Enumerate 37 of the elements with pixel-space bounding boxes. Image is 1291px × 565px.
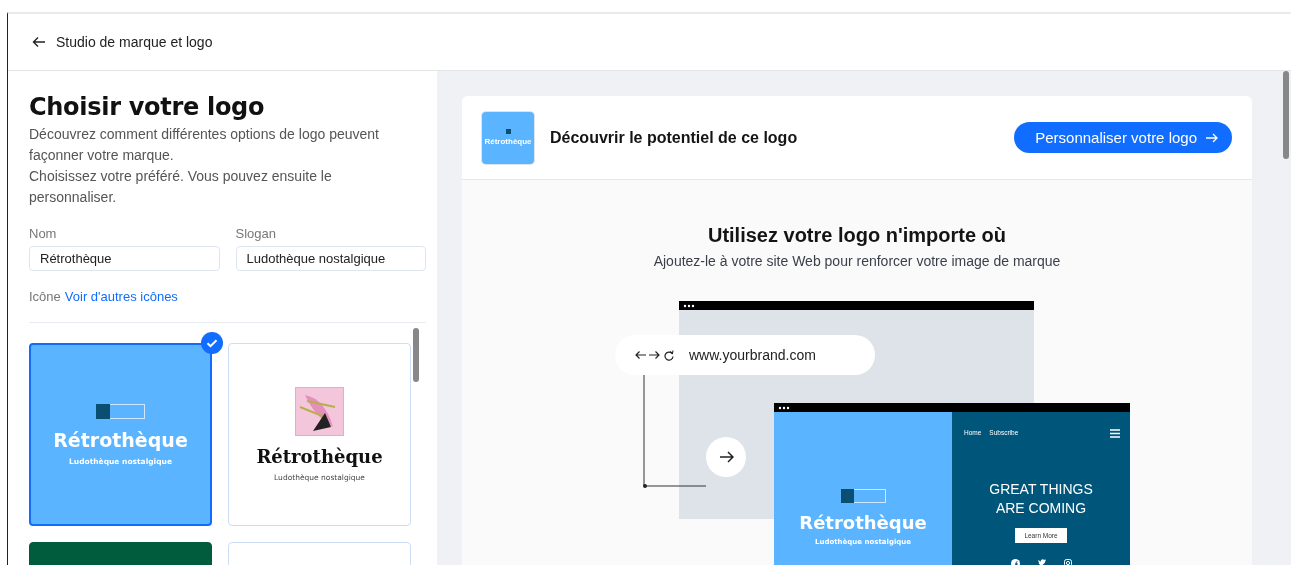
logo-name: Rétrothèque — [799, 512, 927, 533]
panel-heading: Choisir votre logo — [29, 93, 266, 121]
logo-name: Rétrothèque — [484, 137, 532, 146]
icon-label: Icône — [29, 289, 61, 304]
arrow-right-icon — [718, 450, 734, 464]
menu-icon — [1110, 429, 1120, 438]
field-label: Nom — [29, 226, 58, 241]
scrollbar[interactable] — [413, 328, 419, 382]
logo-mark-icon — [505, 129, 511, 134]
section-subheading: Ajoutez-le à votre site Web pour renforcer votre image de marque — [652, 253, 1062, 269]
customize-button[interactable]: Personnaliser votre logo — [1014, 122, 1232, 153]
description-text: Choisissez votre préféré. Vous pouvez ensuite le personnaliser. — [29, 167, 333, 207]
scrollbar[interactable] — [1283, 71, 1289, 159]
site-headline: GREAT THINGS ARE COMING — [988, 480, 1094, 518]
input-field[interactable]: Rétrothèque — [29, 246, 220, 271]
logo-mark-icon — [96, 403, 145, 419]
back-button[interactable] — [32, 35, 47, 49]
description-text: Découvrez comment différentes options de logo peuvent façonner votre marque. — [29, 125, 380, 165]
social-icon — [1037, 559, 1046, 565]
window-dots-icon — [683, 303, 695, 308]
section-heading: Utilisez votre logo n'importe où — [706, 224, 1008, 247]
back-arrow-icon — [32, 35, 47, 49]
input-field[interactable]: Ludothèque nostalgique — [235, 246, 426, 271]
field-label: Slogan — [235, 226, 277, 241]
navigation-icon — [635, 349, 675, 361]
card-title: Découvrir le potentiel de ce logo — [550, 128, 799, 147]
more-icons-link[interactable]: Voir d'autres icônes — [64, 289, 178, 304]
logo-name: Rétrothèque — [256, 446, 383, 467]
leaf-artwork — [295, 387, 344, 436]
check-icon — [201, 332, 223, 354]
logo-mark-icon — [840, 489, 886, 503]
window-dots-icon — [778, 405, 790, 410]
page-title: Studio de marque et logo — [56, 34, 213, 50]
url-text: www.yourbrand.com — [689, 347, 816, 363]
arrow-right-icon — [1205, 131, 1218, 144]
social-icon — [1063, 559, 1072, 565]
logo-name: Rétrothèque — [53, 428, 188, 451]
